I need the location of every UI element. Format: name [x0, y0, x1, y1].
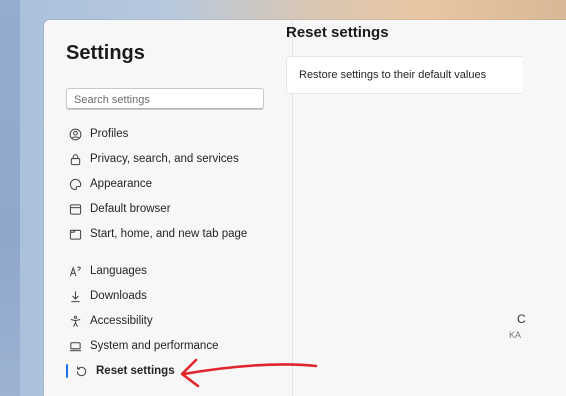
- content-title: Reset settings: [286, 24, 389, 41]
- active-indicator: [66, 364, 68, 378]
- laptop-icon: [68, 339, 82, 353]
- profile-icon: [68, 127, 82, 141]
- sidebar-item-profiles[interactable]: Profiles: [68, 124, 128, 144]
- sidebar-item-label: Default browser: [90, 203, 171, 215]
- download-icon: [68, 289, 82, 303]
- sidebar-item-system[interactable]: System and performance: [68, 336, 218, 356]
- sidebar-item-label: Privacy, search, and services: [90, 153, 239, 165]
- reset-icon: [74, 364, 88, 378]
- sidebar-item-accessibility[interactable]: Accessibility: [68, 311, 153, 331]
- sidebar-item-default-browser[interactable]: Default browser: [68, 199, 171, 219]
- sidebar-item-label: Start, home, and new tab page: [90, 228, 248, 240]
- sidebar-item-label: System and performance: [90, 340, 219, 352]
- sidebar-item-reset[interactable]: Reset settings: [74, 361, 175, 381]
- sidebar-item-privacy[interactable]: Privacy, search, and services: [68, 149, 239, 169]
- sidebar-item-label: Downloads: [90, 290, 147, 302]
- sidebar-item-start-home[interactable]: Start, home, and new tab page: [68, 224, 247, 244]
- appearance-icon: [68, 177, 82, 191]
- sidebar-item-label: Profiles: [90, 128, 129, 140]
- restore-defaults-option[interactable]: Restore settings to their default values: [286, 56, 522, 94]
- sidebar-item-label: Reset settings: [96, 365, 175, 377]
- lock-icon: [68, 152, 82, 166]
- browser-icon: [68, 202, 82, 216]
- edge-text-ka: KA: [509, 330, 522, 340]
- sidebar-item-appearance[interactable]: Appearance: [68, 174, 152, 194]
- annotation-arrow: [180, 358, 318, 388]
- edge-text-c: C: [517, 312, 526, 326]
- sidebar-item-languages[interactable]: Languages: [68, 261, 147, 281]
- desktop-background-strip: [0, 0, 20, 396]
- sidebar-item-downloads[interactable]: Downloads: [68, 286, 147, 306]
- settings-sidebar: Settings Search settings Profiles Privac…: [44, 20, 292, 396]
- accessibility-icon: [68, 314, 82, 328]
- sidebar-item-label: Languages: [90, 265, 147, 277]
- home-tab-icon: [68, 227, 82, 241]
- languages-icon: [68, 264, 82, 278]
- sidebar-item-label: Accessibility: [90, 315, 153, 327]
- page-title: Settings: [66, 42, 145, 64]
- sidebar-item-label: Appearance: [90, 178, 153, 190]
- search-input[interactable]: Search settings: [66, 88, 264, 110]
